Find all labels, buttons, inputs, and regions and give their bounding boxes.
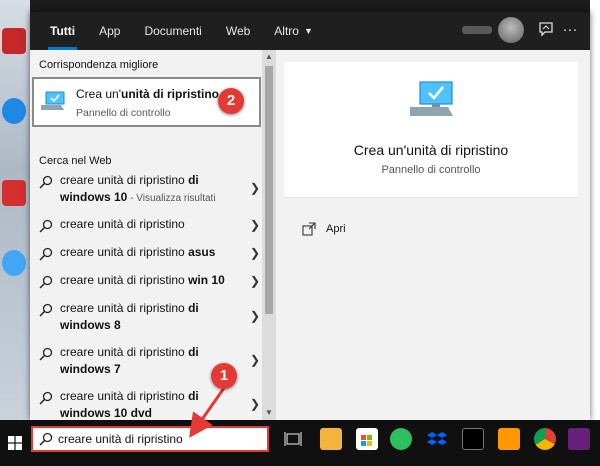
tab-documenti[interactable]: Documenti xyxy=(132,12,213,50)
computer-icon xyxy=(41,91,65,110)
web-suggestion-text: creare unità di ripristino di windows 10 … xyxy=(60,173,216,204)
search-icon xyxy=(39,275,53,289)
sublime-text-icon[interactable] xyxy=(498,428,520,450)
start-button[interactable] xyxy=(0,420,30,466)
tab-altro[interactable]: Altro ▼ xyxy=(262,12,325,50)
desktop-background xyxy=(0,0,30,420)
web-suggestion-text: creare unità di ripristino di windows 8 xyxy=(60,301,199,332)
tab-label: Web xyxy=(225,24,251,38)
chevron-right-icon[interactable]: ❯ xyxy=(250,181,260,195)
best-match-title-prefix: Crea un' xyxy=(76,87,121,101)
search-tab-bar: Tutti App Documenti Web Altro ▼ ··· xyxy=(30,12,590,50)
search-icon xyxy=(39,432,53,446)
chevron-right-icon[interactable]: ❯ xyxy=(250,218,260,232)
search-icon xyxy=(39,303,53,317)
chevron-right-icon[interactable]: ❯ xyxy=(250,353,260,367)
scroll-down-icon[interactable]: ▼ xyxy=(262,406,276,420)
computer-icon xyxy=(410,81,453,116)
web-suggestion-text: creare unità di ripristino xyxy=(60,217,185,231)
taskbar-search-box[interactable] xyxy=(31,426,269,452)
best-match-title-bold: unità di ripristino xyxy=(120,87,219,101)
search-icon xyxy=(39,219,53,233)
scroll-up-icon[interactable]: ▲ xyxy=(262,50,276,64)
best-match-header: Corrispondenza migliore xyxy=(39,59,159,71)
tab-label: Tutti xyxy=(50,24,76,38)
open-action[interactable]: Apri xyxy=(302,222,346,236)
tab-label: Altro xyxy=(274,24,299,38)
tab-app[interactable]: App xyxy=(87,12,132,50)
web-search-header: Cerca nel Web xyxy=(39,155,112,167)
chevron-right-icon[interactable]: ❯ xyxy=(250,309,260,323)
account-name-blurred xyxy=(462,26,492,34)
web-suggestion-text: creare unità di ripristino asus xyxy=(60,245,216,259)
callout-badge-1: 1 xyxy=(211,363,237,389)
desktop-shortcut-icon[interactable] xyxy=(2,180,26,206)
task-view-icon[interactable] xyxy=(282,428,304,450)
detail-subtitle: Pannello di controllo xyxy=(381,164,481,176)
open-external-icon xyxy=(302,222,316,236)
search-icon xyxy=(39,347,53,361)
desktop-shortcut-icon[interactable] xyxy=(2,28,26,54)
result-detail-pane: Crea un'unità di ripristino Pannello di … xyxy=(284,62,578,420)
web-suggestion-text: creare unità di ripristino di windows 10 … xyxy=(60,389,199,420)
chevron-right-icon[interactable]: ❯ xyxy=(250,274,260,288)
results-scrollbar[interactable]: ▲ ▼ xyxy=(262,50,276,420)
open-label: Apri xyxy=(326,223,346,235)
tab-label: App xyxy=(99,24,121,38)
tab-web[interactable]: Web xyxy=(214,12,262,50)
desktop-shortcut-icon[interactable] xyxy=(2,98,26,124)
store-icon[interactable] xyxy=(356,428,378,450)
scrollbar-thumb[interactable] xyxy=(265,66,273,314)
best-match-subtitle: Pannello di controllo xyxy=(76,107,171,119)
detail-title: Crea un'unità di ripristino xyxy=(353,142,509,158)
desktop-background-right xyxy=(590,0,600,420)
terminal-icon[interactable] xyxy=(462,428,484,450)
web-suggestion[interactable]: creare unità di ripristino di windows 8 ❯ xyxy=(30,300,262,336)
search-input[interactable] xyxy=(58,432,258,446)
web-suggestion[interactable]: creare unità di ripristino asus ❯ xyxy=(30,244,262,264)
search-icon xyxy=(39,391,53,405)
windows-logo-icon xyxy=(8,436,22,450)
web-suggestion[interactable]: creare unità di ripristino di windows 10 … xyxy=(30,172,262,208)
web-suggestion[interactable]: creare unità di ripristino ❯ xyxy=(30,216,262,236)
taskbar xyxy=(0,420,600,466)
avatar[interactable] xyxy=(498,17,524,43)
search-icon xyxy=(39,247,53,261)
account-area[interactable] xyxy=(462,17,524,43)
web-suggestion[interactable]: creare unità di ripristino win 10 ❯ xyxy=(30,272,262,292)
web-suggestion[interactable]: creare unità di ripristino di windows 10 … xyxy=(30,388,262,420)
visual-studio-icon[interactable] xyxy=(568,428,590,450)
chrome-icon[interactable] xyxy=(534,428,556,450)
chevron-right-icon[interactable]: ❯ xyxy=(250,397,260,411)
dropbox-icon[interactable] xyxy=(426,428,448,450)
desktop-shortcut-icon[interactable] xyxy=(2,250,26,276)
search-panel: Tutti App Documenti Web Altro ▼ ··· Corri… xyxy=(30,12,590,420)
evernote-icon[interactable] xyxy=(390,428,412,450)
result-detail-header: Crea un'unità di ripristino Pannello di … xyxy=(284,62,578,198)
chevron-down-icon: ▼ xyxy=(303,26,313,36)
callout-badge-2: 2 xyxy=(218,88,244,114)
best-match-title: Crea un'unità di ripristino xyxy=(76,87,219,101)
web-suggestion-text: creare unità di ripristino win 10 xyxy=(60,273,225,287)
file-explorer-icon[interactable] xyxy=(320,428,342,450)
more-options-icon[interactable]: ··· xyxy=(560,20,580,40)
tab-label: Documenti xyxy=(144,24,202,38)
tab-tutti[interactable]: Tutti xyxy=(38,12,87,50)
feedback-icon[interactable] xyxy=(536,20,556,40)
chevron-right-icon[interactable]: ❯ xyxy=(250,246,260,260)
search-icon xyxy=(39,175,53,189)
